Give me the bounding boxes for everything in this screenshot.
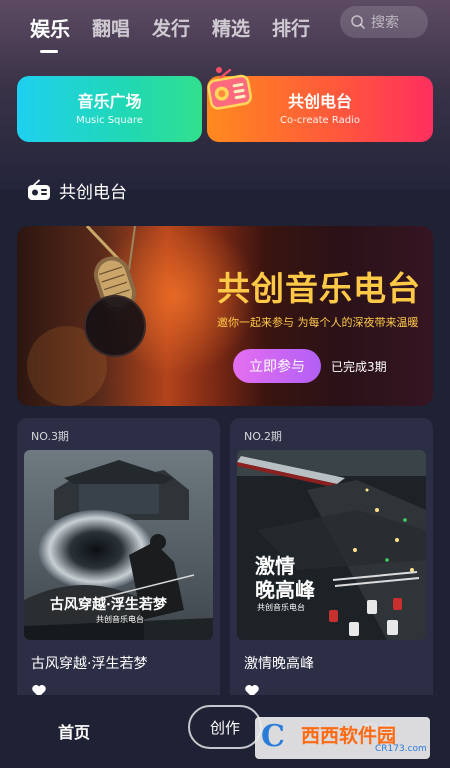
episode-title: 古风穿越·浮生若梦 (31, 656, 148, 672)
episode-title: 激情晚高峰 (244, 656, 314, 672)
tab-cover[interactable]: 翻唱 (92, 17, 130, 41)
cocreate-radio-title: 共创电台 (287, 92, 352, 111)
search-input[interactable]: 搜索 (340, 6, 428, 38)
section-header: 共创电台 (27, 176, 127, 204)
watermark-url: CR173.com (375, 744, 427, 754)
tab-release[interactable]: 发行 (152, 17, 190, 41)
episode-number: NO.2期 (244, 430, 282, 443)
cover-title: 古风穿越·浮生若梦 (50, 597, 167, 613)
episode-number: NO.3期 (31, 430, 69, 443)
watermark-logo: C (261, 719, 285, 754)
search-placeholder: 搜索 (371, 15, 399, 31)
radio-icon (207, 67, 252, 110)
radio-banner[interactable]: 共创音乐电台 邀你一起来参与 为每个人的深夜带来温暖 立即参与 已完成3期 (17, 226, 433, 406)
episode-cover-image: 激情 晚高峰 共创音乐电台 (237, 450, 426, 640)
cocreate-radio-subtitle: Co-create Radio (280, 115, 360, 126)
cover-title-line2: 晚高峰 (255, 578, 315, 602)
section-title: 共创电台 (59, 182, 127, 203)
banner-title: 共创音乐电台 (217, 269, 421, 308)
radio-icon (28, 179, 50, 200)
join-button[interactable]: 立即参与 (233, 349, 321, 383)
tab-entertainment[interactable]: 娱乐 (30, 17, 70, 53)
music-square-card[interactable]: 音乐广场 Music Square (17, 76, 202, 142)
cover-subtitle: 共创音乐电台 (96, 615, 144, 624)
site-watermark: C 西西软件园 CR173.com (255, 717, 430, 759)
music-square-subtitle: Music Square (76, 115, 143, 126)
episode-card[interactable]: NO.2期 激情 晚高峰 共创音乐电台 激情晚高峰 (230, 418, 433, 708)
tab-featured[interactable]: 精选 (212, 17, 250, 41)
episode-card[interactable]: NO.3期 古风穿越·浮生若梦 共创音乐电台 古风穿越·浮生若梦 (17, 418, 220, 708)
nav-create-button[interactable]: 创作 (188, 705, 262, 749)
search-icon (351, 15, 365, 29)
tab-ranking[interactable]: 排行 (272, 17, 310, 41)
banner-subtitle: 邀你一起来参与 为每个人的深夜带来温暖 (217, 316, 419, 329)
music-square-title: 音乐广场 (77, 92, 142, 111)
cover-subtitle: 共创音乐电台 (257, 603, 305, 612)
nav-home[interactable]: 首页 (58, 719, 90, 743)
episode-cover-image: 古风穿越·浮生若梦 共创音乐电台 (24, 450, 213, 640)
completed-count: 已完成3期 (331, 360, 387, 374)
